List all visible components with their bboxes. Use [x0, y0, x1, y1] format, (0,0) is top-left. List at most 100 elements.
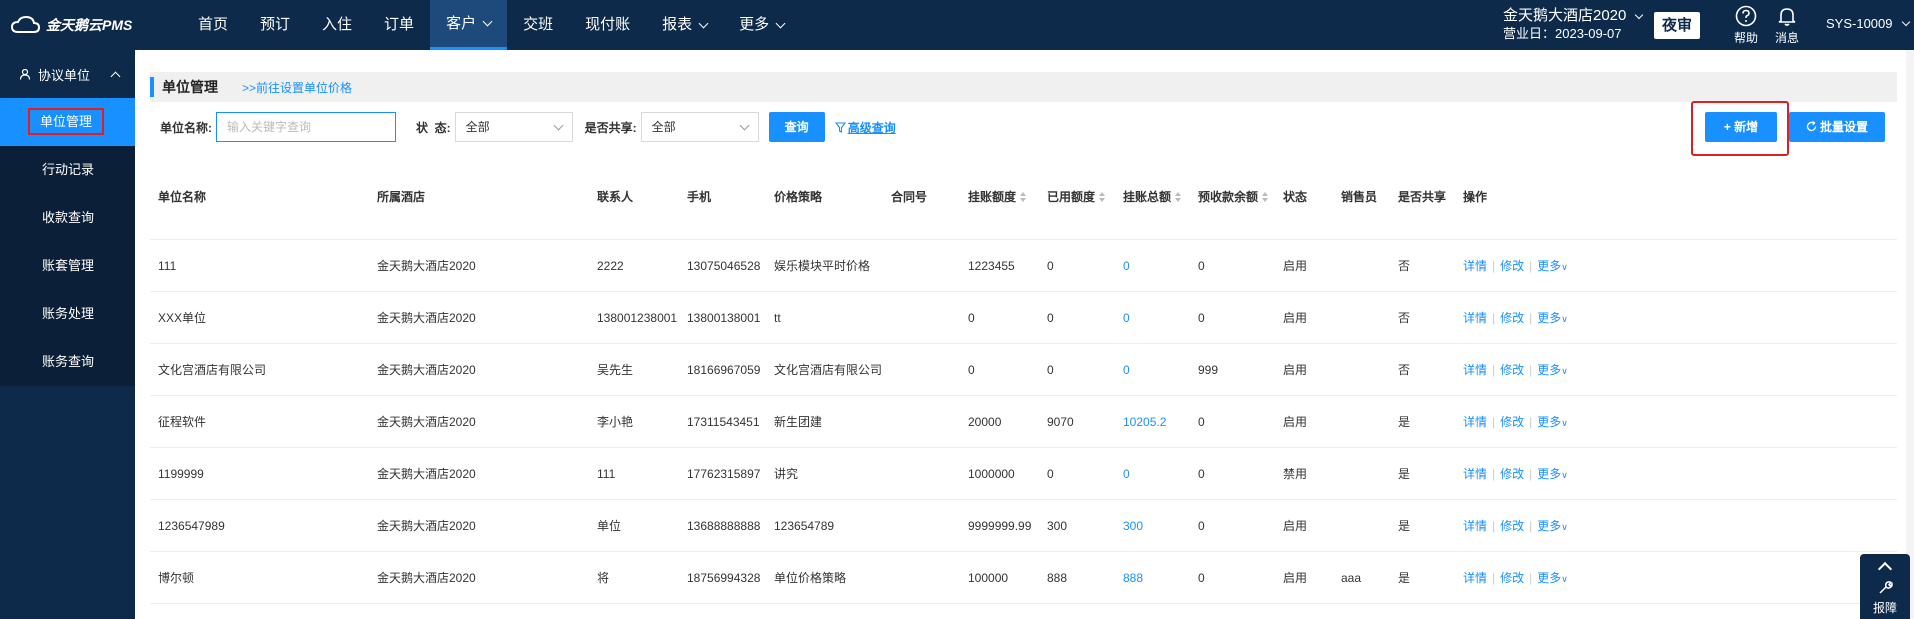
sidebar-group-agreement-units[interactable]: 协议单位 — [0, 50, 135, 98]
total-balance-link[interactable]: 0 — [1123, 344, 1130, 395]
sort-icon[interactable] — [1020, 191, 1027, 202]
total-balance-link[interactable]: 0 — [1123, 292, 1130, 343]
more-dropdown[interactable]: 更多∨ — [1537, 517, 1568, 534]
total-balance-link[interactable]: 0 — [1123, 240, 1130, 291]
set-unit-price-link[interactable]: >>前往设置单位价格 — [242, 79, 352, 96]
table-header: 单位名称 所属酒店 联系人 手机 价格策略 合同号 挂账额度 已用额度 挂账总额 预收款余额 状态 销… — [150, 154, 1897, 240]
sidebar-item-3[interactable]: 账套管理 — [0, 242, 135, 290]
hotel-selector[interactable]: 金天鹅大酒店2020 营业日：2023-09-07 — [1503, 7, 1644, 43]
user-menu[interactable]: SYS-10009 — [1826, 16, 1910, 31]
table-cell: 金天鹅大酒店2020 — [377, 415, 476, 429]
shared-label: 是否共享: — [584, 120, 637, 135]
report-issue-label: 报障 — [1872, 601, 1897, 615]
divider: | — [1492, 518, 1496, 533]
sidebar-item-label: 单位管理 — [27, 108, 105, 135]
messages-button[interactable]: 消息 — [1767, 5, 1807, 46]
chevron-down-icon: ∨ — [1561, 262, 1568, 272]
table-cell: 启用 — [1283, 571, 1308, 585]
edit-link[interactable]: 修改 — [1500, 569, 1524, 586]
edit-link[interactable]: 修改 — [1500, 517, 1524, 534]
nav-item-5[interactable]: 交班 — [507, 0, 569, 50]
more-dropdown[interactable]: 更多∨ — [1537, 257, 1568, 274]
sidebar-item-label: 账套管理 — [42, 258, 95, 273]
column-header[interactable]: 挂账总额 — [1123, 154, 1182, 239]
status-select[interactable]: 全部 — [454, 112, 573, 142]
more-dropdown[interactable]: 更多∨ — [1537, 465, 1568, 482]
more-dropdown[interactable]: 更多∨ — [1537, 361, 1568, 378]
nav-item-3[interactable]: 订单 — [368, 0, 430, 50]
nav-item-label: 客户 — [446, 14, 477, 32]
sort-icon[interactable] — [1099, 191, 1106, 202]
add-button[interactable]: + 新增 — [1705, 112, 1777, 142]
column-header: 状态 — [1283, 154, 1307, 239]
edit-link[interactable]: 修改 — [1500, 361, 1524, 378]
sidebar-item-0[interactable]: 单位管理 — [0, 98, 135, 146]
chevron-down-icon: ∨ — [1561, 314, 1568, 324]
edit-link[interactable]: 修改 — [1500, 413, 1524, 430]
batch-settings-button[interactable]: 批量设置 — [1789, 112, 1885, 142]
nav-item-7[interactable]: 报表 — [646, 0, 723, 50]
table-cell: 123654789 — [774, 518, 835, 533]
sidebar-item-2[interactable]: 收款查询 — [0, 194, 135, 242]
sidebar-item-4[interactable]: 账务处理 — [0, 290, 135, 338]
details-link[interactable]: 详情 — [1463, 309, 1487, 326]
column-header[interactable]: 挂账额度 — [968, 154, 1027, 239]
nav-item-0[interactable]: 首页 — [182, 0, 244, 50]
total-balance-link[interactable]: 10205.2 — [1123, 396, 1166, 447]
app-logo[interactable]: 金天鹅云PMS — [0, 0, 136, 50]
sidebar: 协议单位 单位管理行动记录 收款查询账套管理账务处理 账务查询 — [0, 50, 135, 619]
nav-item-8[interactable]: 更多 — [723, 0, 800, 50]
total-balance-link[interactable]: 300 — [1123, 500, 1143, 551]
page-title-bar: 单位管理 >>前往设置单位价格 — [150, 72, 1897, 102]
total-balance-link[interactable]: 888 — [1123, 552, 1143, 603]
table-cell: 否 — [1398, 311, 1411, 325]
status-label: 状 态: — [416, 120, 451, 135]
details-link[interactable]: 详情 — [1463, 361, 1487, 378]
table-cell: 是 — [1398, 467, 1411, 481]
sidebar-item-5[interactable]: 账务查询 — [0, 338, 135, 386]
sort-icon[interactable] — [1175, 191, 1182, 202]
scrollbar[interactable] — [1906, 50, 1914, 619]
divider: | — [1529, 310, 1533, 325]
nav-item-label: 现付账 — [585, 16, 631, 33]
more-dropdown[interactable]: 更多∨ — [1537, 569, 1568, 586]
nav-item-6[interactable]: 现付账 — [569, 0, 646, 50]
nav-item-1[interactable]: 预订 — [244, 0, 306, 50]
shared-select-value: 全部 — [651, 120, 676, 134]
nav-item-4[interactable]: 客户 — [430, 0, 508, 50]
edit-link[interactable]: 修改 — [1500, 257, 1524, 274]
help-button[interactable]: 帮助 — [1726, 5, 1766, 46]
title-accent — [150, 77, 154, 97]
more-dropdown[interactable]: 更多∨ — [1537, 413, 1568, 430]
details-link[interactable]: 详情 — [1463, 413, 1487, 430]
edit-link[interactable]: 修改 — [1500, 309, 1524, 326]
query-button[interactable]: 查询 — [768, 112, 825, 142]
table-cell: 111 — [597, 466, 616, 481]
details-link[interactable]: 详情 — [1463, 517, 1487, 534]
edit-link[interactable]: 修改 — [1500, 465, 1524, 482]
table-row: 111 金天鹅大酒店2020 2222 13075046528 娱乐模块平时价格 1223… — [150, 240, 1897, 292]
column-header[interactable]: 预收款余额 — [1198, 154, 1269, 239]
table-cell: 0 — [1198, 518, 1205, 533]
table-row: 文化宫酒店有限公司 金天鹅大酒店2020 吴先生 18166967059 文化宫酒店有限… — [150, 344, 1897, 396]
report-issue-button[interactable]: 报障 — [1860, 554, 1910, 619]
column-header-label: 已用额度 — [1047, 190, 1096, 204]
details-link[interactable]: 详情 — [1463, 465, 1487, 482]
column-header-label: 挂账总额 — [1123, 190, 1172, 204]
unit-name-input[interactable]: 输入关键字查询 — [216, 112, 396, 142]
column-header-label: 是否共享 — [1398, 190, 1447, 204]
column-header[interactable]: 已用额度 — [1047, 154, 1106, 239]
table-cell: 启用 — [1283, 415, 1308, 429]
nav-item-2[interactable]: 入住 — [306, 0, 368, 50]
night-audit-button[interactable]: 夜审 — [1654, 12, 1700, 39]
more-dropdown[interactable]: 更多∨ — [1537, 309, 1568, 326]
advanced-query-link[interactable]: 高级查询 — [834, 119, 896, 136]
details-link[interactable]: 详情 — [1463, 257, 1487, 274]
total-balance-link[interactable]: 0 — [1123, 448, 1130, 499]
sidebar-item-1[interactable]: 行动记录 — [0, 146, 135, 194]
sort-icon[interactable] — [1262, 191, 1269, 202]
units-table: 单位名称 所属酒店 联系人 手机 价格策略 合同号 挂账额度 已用额度 挂账总额 预收款余额 状态 销… — [150, 154, 1897, 604]
column-header: 销售员 — [1341, 154, 1377, 239]
shared-select[interactable]: 全部 — [640, 112, 759, 142]
details-link[interactable]: 详情 — [1463, 569, 1487, 586]
